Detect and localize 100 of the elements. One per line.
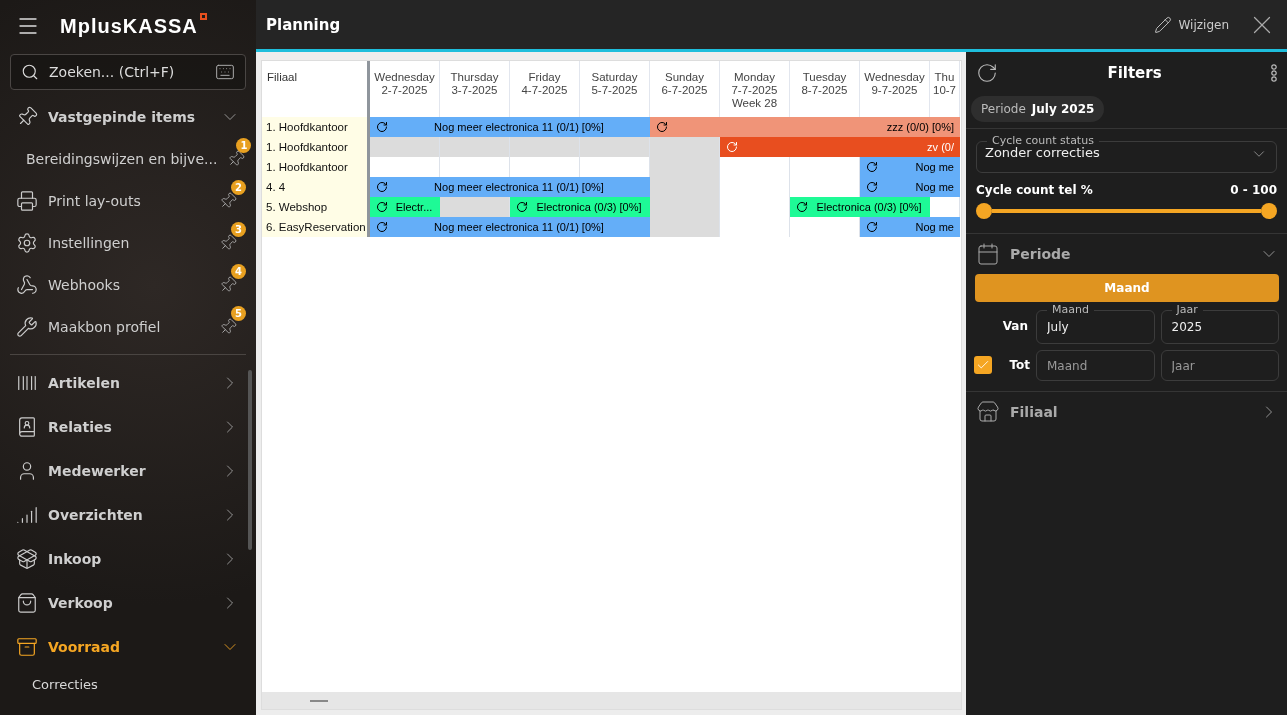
scrollbar-thumb[interactable] (248, 370, 252, 550)
slider-reading: 0 - 100 (1230, 183, 1277, 197)
printer-icon (16, 190, 38, 212)
nav-item[interactable]: Medewerker (0, 449, 256, 493)
nav-item[interactable]: Inkoop (0, 537, 256, 581)
search-icon (21, 63, 39, 81)
recurring-icon (866, 161, 878, 173)
slider-thumb[interactable] (1261, 203, 1277, 219)
unpin-button[interactable] (219, 318, 237, 336)
nav-item[interactable]: Verkoop (0, 581, 256, 625)
nav-item[interactable]: Relaties (0, 405, 256, 449)
recurring-icon (796, 201, 808, 213)
wrench-icon (16, 316, 38, 338)
edit-button[interactable]: Wijzigen (1150, 11, 1233, 38)
slider-label: Cycle count tel % (976, 183, 1094, 197)
unpin-button[interactable] (219, 192, 237, 210)
to-label: Tot (1009, 358, 1030, 372)
bag-icon (16, 592, 38, 614)
planning-bar[interactable]: Nog meer electronica 11 (0/1) [0%] (370, 177, 650, 197)
recurring-icon (376, 201, 388, 213)
pinned-item[interactable]: Print lay-outs 2 (0, 180, 256, 222)
keyboard-icon[interactable] (215, 62, 235, 82)
branch-cell: 1. Hoofdkantoor (262, 137, 367, 157)
branch-cell: 6. EasyReservation (262, 217, 367, 237)
unpin-button[interactable] (219, 234, 237, 252)
chart-icon (16, 504, 38, 526)
count-badge: 5 (231, 306, 246, 321)
branch-cell: 1. Hoofdkantoor (262, 157, 367, 177)
planning-bar[interactable]: Nog me (860, 157, 960, 177)
year-input[interactable]: Jaar (1169, 358, 1270, 373)
unpin-button[interactable] (219, 276, 237, 294)
more-options-button[interactable] (1271, 64, 1277, 82)
calendar-icon (976, 242, 1000, 266)
nav-item[interactable]: Overzichten (0, 493, 256, 537)
from-label: Van (1002, 319, 1028, 333)
recurring-icon (656, 121, 668, 133)
planning-bar[interactable]: Nog me (860, 177, 960, 197)
recurring-icon (376, 121, 388, 133)
branch-cell: 1. Hoofdkantoor (262, 117, 367, 137)
pinned-item[interactable]: Maakbon profiel 5 (0, 306, 256, 348)
branch-cell: 5. Webshop (262, 197, 367, 217)
planning-bar[interactable]: zzz (0/0) [0%] (650, 117, 960, 137)
search-field[interactable]: Zoeken... (Ctrl+F) (10, 54, 246, 90)
recurring-icon (726, 141, 738, 153)
nav-item[interactable]: Artikelen (0, 361, 256, 405)
nav-subitem[interactable]: Correcties (0, 669, 256, 700)
pinned-items-header[interactable]: Vastgepinde items (0, 96, 256, 138)
pinned-item[interactable]: Webhooks 4 (0, 264, 256, 306)
panel-title: Filters (1106, 64, 1163, 82)
page-title: Planning (266, 15, 342, 34)
count-badge: 2 (231, 180, 246, 195)
logo-square-icon (199, 12, 207, 20)
refresh-button[interactable] (976, 62, 998, 84)
planning-bar[interactable]: Nog me (860, 217, 960, 237)
period-section-header[interactable]: Periode (966, 234, 1287, 274)
slider-thumb[interactable] (976, 203, 992, 219)
archive-box-icon (16, 636, 38, 658)
pencil-icon (1154, 15, 1173, 34)
count-badge: 4 (231, 264, 246, 279)
recurring-icon (866, 181, 878, 193)
refresh-icon (976, 62, 998, 84)
planning-bar[interactable]: Electronica (0/3) [0%] (510, 197, 650, 217)
filter-chip[interactable]: Periode July 2025 (971, 96, 1105, 122)
slider-track[interactable] (992, 209, 1261, 213)
recurring-icon (866, 221, 878, 233)
planning-bar[interactable]: zv (0/ (720, 137, 960, 157)
month-input[interactable]: July (1045, 319, 1146, 334)
recurring-icon (516, 201, 528, 213)
status-select[interactable]: Cycle count status Zonder correcties (976, 137, 1277, 173)
settings-icon (16, 232, 38, 254)
checkbox[interactable] (974, 356, 992, 374)
planning-bar[interactable]: Nog meer electronica 11 (0/1) [0%] (370, 117, 650, 137)
contact-book-icon (16, 416, 38, 438)
planning-bar[interactable]: Electr... (370, 197, 440, 217)
store-icon (976, 400, 1000, 424)
unpin-button[interactable] (227, 150, 246, 168)
month-input[interactable]: Maand (1045, 358, 1146, 373)
package-icon (16, 548, 38, 570)
recurring-icon (376, 221, 388, 233)
webhook-icon (16, 274, 38, 296)
planning-bar[interactable]: Nog meer electronica 11 (0/1) [0%] (370, 217, 650, 237)
nav-item[interactable]: Voorraad (0, 625, 256, 669)
year-input[interactable]: 2025 (1169, 319, 1270, 334)
month-field[interactable]: Maand (1036, 350, 1155, 381)
horizontal-scrollbar[interactable] (262, 692, 961, 709)
branch-cell: 4. 4 (262, 177, 367, 197)
year-field[interactable]: Jaar (1160, 350, 1279, 381)
month-field[interactable]: Maand July (1036, 306, 1155, 344)
pinned-item[interactable]: Bereidingswijzen en bijve... 1 (0, 138, 256, 180)
recurring-icon (376, 181, 388, 193)
kebab-menu-icon (1271, 64, 1277, 82)
pinned-item[interactable]: Instellingen 3 (0, 222, 256, 264)
count-badge: 1 (236, 138, 252, 153)
count-badge: 3 (231, 222, 246, 237)
planning-bar[interactable]: Electronica (0/3) [0%] (790, 197, 930, 217)
search-input[interactable]: Zoeken... (Ctrl+F) (47, 63, 207, 81)
column-header: Filiaal (266, 70, 299, 85)
year-field[interactable]: Jaar 2025 (1160, 306, 1279, 344)
branch-section-header[interactable]: Filiaal (966, 392, 1287, 432)
check-icon (976, 358, 990, 372)
